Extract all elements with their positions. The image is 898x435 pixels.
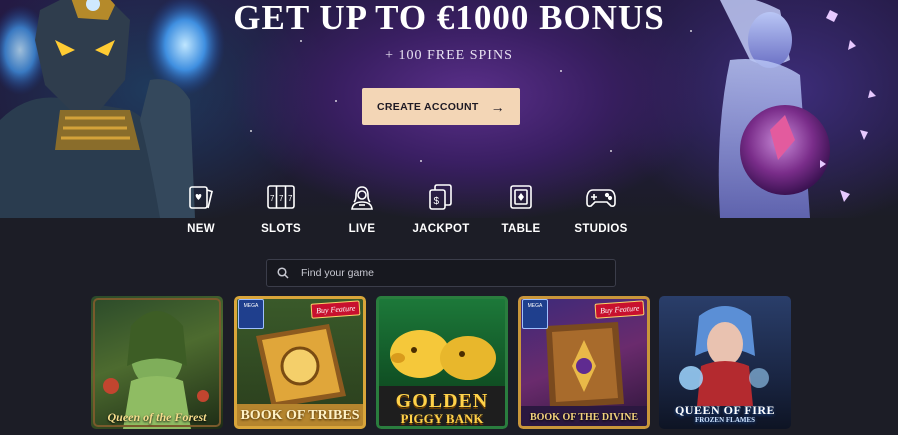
game-tile-queen-of-fire[interactable]: QUEEN OF FIRE FROZEN FLAMES: [659, 296, 791, 429]
category-slots[interactable]: 7 7 7 SLOTS: [246, 183, 316, 243]
mega-badge: MEGA: [238, 299, 264, 329]
hero-title: GET UP TO €1000 BONUS: [233, 0, 665, 37]
game-grid: Queen of the Forest MEGA Buy Feature BOO…: [91, 296, 793, 431]
svg-text:7: 7: [270, 194, 275, 203]
search-input[interactable]: [301, 267, 601, 279]
game-tile-book-of-tribes[interactable]: MEGA Buy Feature BOOK OF TRIBES: [234, 296, 366, 429]
game-tile-queen-of-the-forest[interactable]: Queen of the Forest: [91, 296, 223, 429]
svg-text:7: 7: [288, 194, 293, 203]
category-label: SLOTS: [261, 223, 301, 235]
hero-subtitle: + 100 FREE SPINS: [385, 48, 513, 63]
category-live[interactable]: LIVE: [327, 183, 397, 243]
game-tile-golden-piggy-bank[interactable]: GOLDEN PIGGY BANK: [376, 296, 508, 429]
game-title: GOLDEN PIGGY BANK: [376, 391, 508, 425]
svg-text:$: $: [434, 196, 440, 207]
category-label: LIVE: [348, 223, 376, 235]
category-table[interactable]: TABLE: [486, 183, 556, 243]
slot-reels-icon: 7 7 7: [267, 185, 295, 209]
game-title: QUEEN OF FIRE FROZEN FLAMES: [659, 404, 791, 424]
game-tile-book-of-the-divine[interactable]: MEGA Buy Feature BOOK OF THE DIVINE: [518, 296, 650, 429]
mega-badge: MEGA: [522, 299, 548, 329]
game-title-line2: PIGGY BANK: [400, 411, 484, 426]
table-card-icon: [510, 185, 532, 209]
category-jackpot[interactable]: $ JACKPOT: [406, 183, 476, 243]
category-new[interactable]: NEW: [166, 183, 236, 243]
category-label: STUDIOS: [574, 223, 628, 235]
category-label: NEW: [187, 223, 215, 235]
live-dealer-icon: [351, 186, 373, 210]
svg-text:7: 7: [279, 194, 284, 203]
new-cards-icon: [189, 186, 213, 209]
create-account-button[interactable]: CREATE ACCOUNT →: [362, 88, 520, 125]
game-title-line2: FROZEN FLAMES: [694, 416, 756, 424]
game-title: BOOK OF TRIBES: [240, 408, 360, 423]
game-title-line1: QUEEN OF FIRE: [674, 403, 776, 417]
gamepad-icon: [586, 189, 616, 207]
jackpot-icon: $: [429, 184, 452, 210]
category-label: TABLE: [501, 223, 541, 235]
game-title: BOOK OF THE DIVINE: [529, 412, 639, 423]
create-account-label: CREATE ACCOUNT: [377, 100, 479, 113]
category-nav: NEW 7 7 7 SLOTS LIVE $ JACKPOT TABLE STU…: [172, 183, 632, 243]
search-icon: [277, 267, 289, 279]
category-studios[interactable]: STUDIOS: [566, 183, 636, 243]
game-search-bar[interactable]: [266, 259, 616, 287]
game-title: Queen of the Forest: [107, 410, 207, 424]
arrow-right-icon: →: [490, 98, 505, 115]
game-title-line1: GOLDEN: [395, 390, 489, 412]
category-label: JACKPOT: [412, 223, 470, 235]
